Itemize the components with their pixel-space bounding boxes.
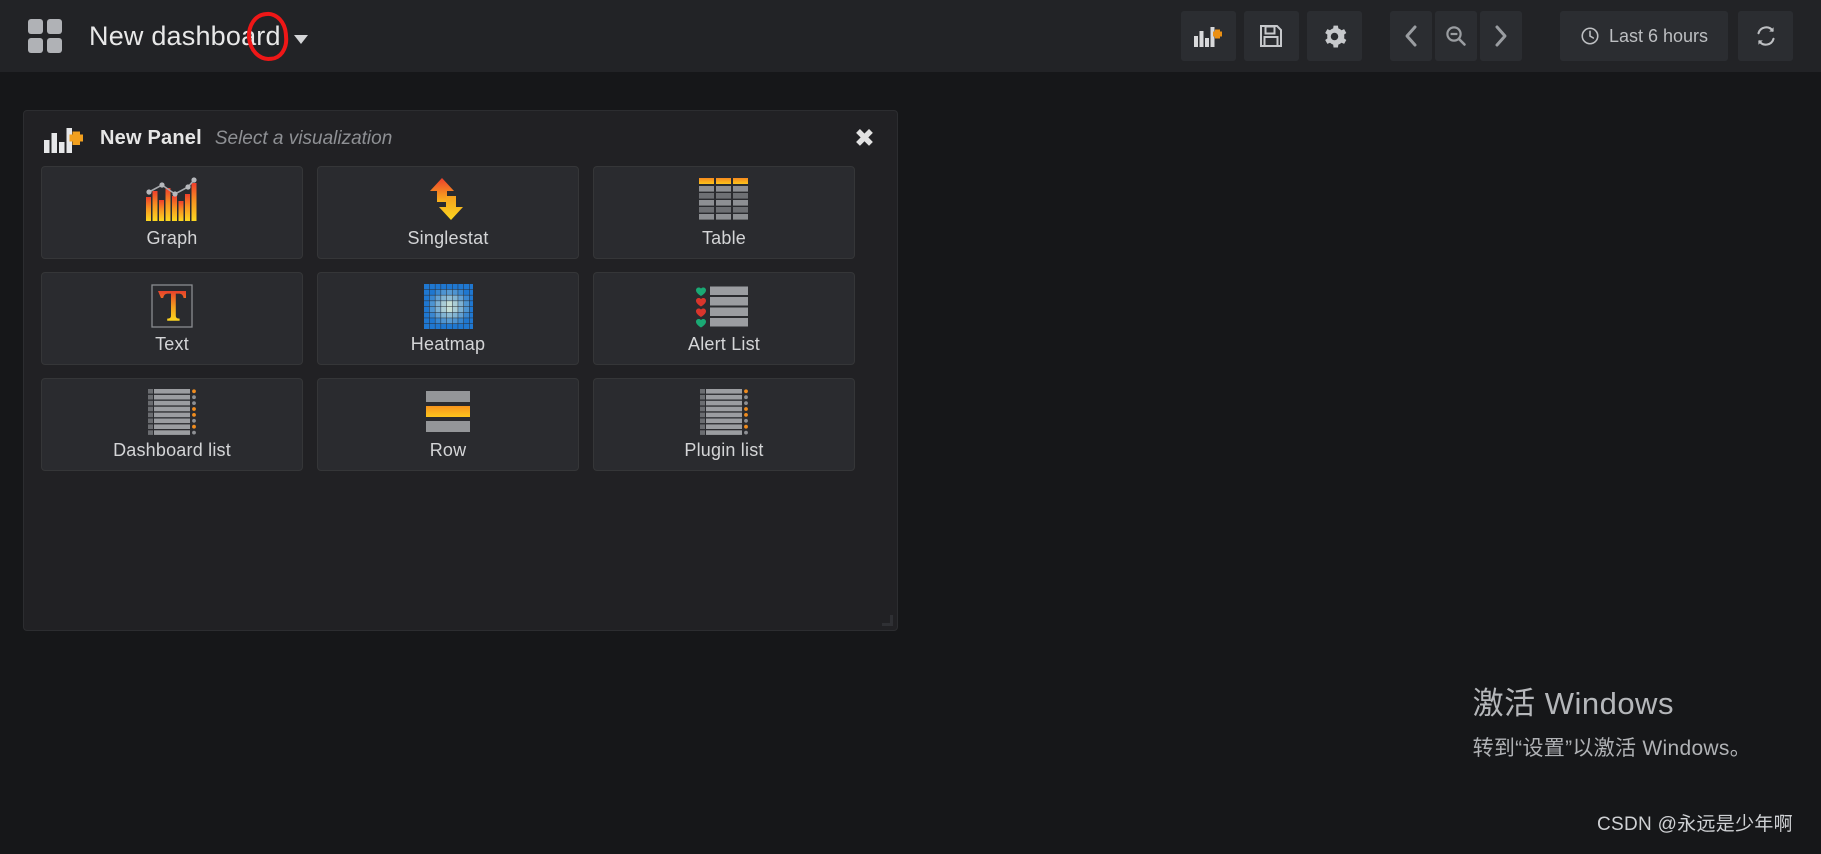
viz-label: Plugin list: [684, 440, 764, 460]
magnifier-minus-icon: [1446, 26, 1466, 46]
viz-label: Table: [701, 228, 747, 248]
viz-tile-pluginlist[interactable]: Plugin list: [593, 378, 855, 471]
dashlist-panel-icon: [42, 386, 302, 438]
viz-label: Alert List: [687, 334, 761, 354]
text-panel-icon: [42, 280, 302, 332]
add-panel-widget: New Panel Select a visualization ✖ Graph…: [23, 110, 898, 631]
floppy-disk-save-icon: [1260, 25, 1283, 47]
watermark-line-2: 转到“设置”以激活 Windows。: [1472, 737, 1751, 760]
top-navbar: New dashboard Last 6 hours: [0, 0, 1821, 72]
table-panel-icon: [594, 174, 854, 226]
heatmap-panel-icon: [318, 280, 578, 332]
viz-tile-text[interactable]: Text: [41, 272, 303, 365]
chevron-down-icon[interactable]: [293, 34, 308, 44]
time-back-button[interactable]: [1389, 11, 1432, 61]
bar-chart-plus-icon: [44, 125, 84, 153]
add-panel-title: New Panel: [100, 127, 202, 149]
time-forward-button[interactable]: [1479, 11, 1522, 61]
dashboard-title-dropdown[interactable]: New dashboard: [28, 10, 308, 63]
navbar-right: Last 6 hours: [1180, 11, 1821, 61]
time-controls-group: [1389, 11, 1525, 61]
time-range-value: Last 6 hours: [1608, 25, 1708, 46]
watermark-line-1: 激活 Windows: [1472, 686, 1674, 721]
viz-label: Dashboard list: [113, 440, 231, 460]
navbar-left: New dashboard: [0, 10, 308, 63]
add-panel-header: New Panel Select a visualization ✖: [24, 111, 897, 166]
viz-tile-heatmap[interactable]: Heatmap: [317, 272, 579, 365]
viz-label: Text: [155, 334, 189, 354]
viz-tile-singlestat[interactable]: Singlestat: [317, 166, 579, 259]
refresh-icon: [1756, 26, 1775, 46]
visualization-grid: Graph Singlestat Table Text Heatmap Aler…: [24, 166, 897, 471]
viz-label: Row: [429, 440, 467, 460]
panel-resize-handle[interactable]: [882, 615, 893, 626]
save-dashboard-button[interactable]: [1243, 11, 1299, 61]
alertlist-panel-icon: [594, 280, 854, 332]
viz-tile-table[interactable]: Table: [593, 166, 855, 259]
chevron-left-icon: [1405, 25, 1417, 47]
row-panel-icon: [318, 386, 578, 438]
windows-activation-watermark: 激活 Windows 转到“设置”以激活 Windows。: [1473, 678, 1751, 762]
singlestat-panel-icon: [318, 174, 578, 226]
viz-label: Graph: [146, 228, 198, 248]
close-icon[interactable]: ✖: [854, 126, 875, 151]
viz-tile-row[interactable]: Row: [317, 378, 579, 471]
chevron-right-icon: [1495, 25, 1507, 47]
dashboard-title[interactable]: New dashboard: [89, 21, 281, 52]
viz-tile-dashlist[interactable]: Dashboard list: [41, 378, 303, 471]
viz-tile-graph[interactable]: Graph: [41, 166, 303, 259]
dashboard-grid-icon: [28, 19, 62, 53]
viz-label: Heatmap: [410, 334, 486, 354]
add-panel-subtitle: Select a visualization: [214, 127, 393, 149]
pluginlist-panel-icon: [594, 386, 854, 438]
bar-chart-plus-icon: [1194, 27, 1223, 47]
graph-panel-icon: [42, 174, 302, 226]
credit-watermark: CSDN @永远是少年啊: [1596, 814, 1793, 835]
viz-label: Singlestat: [407, 228, 489, 248]
dashboard-settings-button[interactable]: [1306, 11, 1362, 61]
clock-icon: [1581, 27, 1599, 45]
add-panel-button[interactable]: [1180, 11, 1236, 61]
refresh-button[interactable]: [1738, 11, 1793, 61]
zoom-out-button[interactable]: [1434, 11, 1477, 61]
viz-tile-alertlist[interactable]: Alert List: [593, 272, 855, 365]
time-range-picker[interactable]: Last 6 hours: [1559, 11, 1728, 61]
gear-icon: [1325, 25, 1347, 47]
